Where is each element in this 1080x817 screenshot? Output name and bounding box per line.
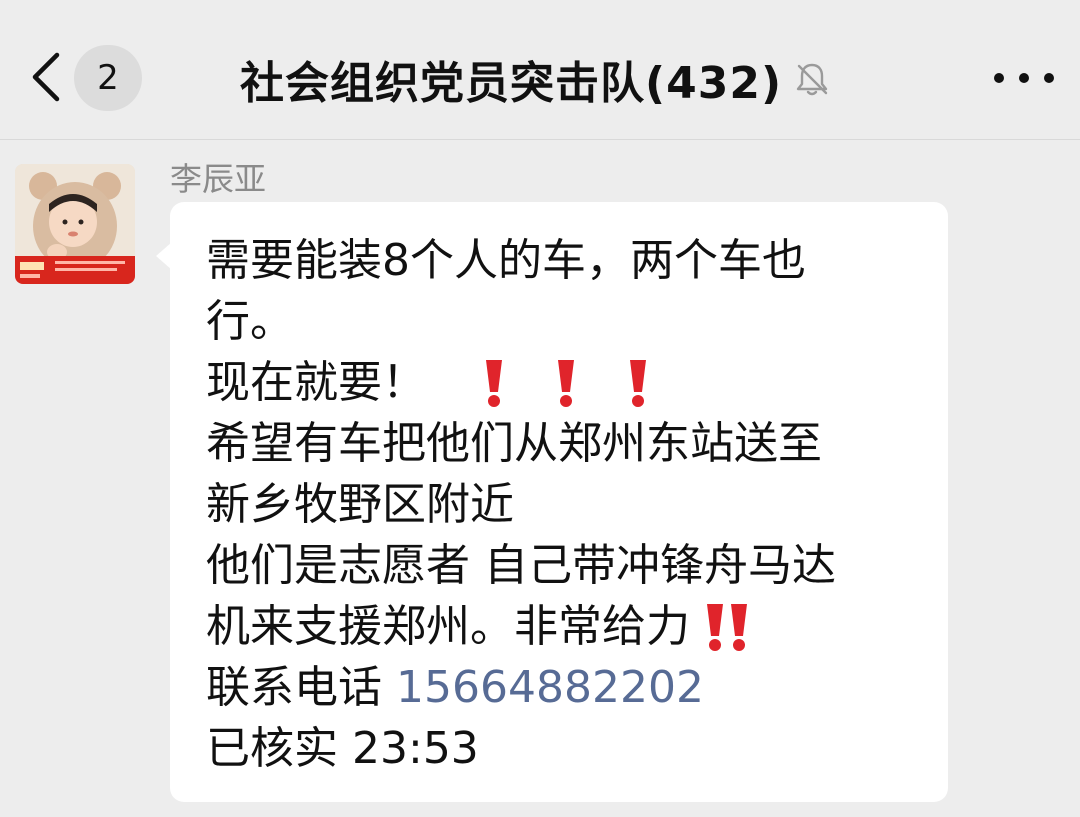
back-chevron-icon — [32, 52, 60, 102]
verified-time: 23:53 — [352, 723, 479, 774]
double-exclamation-icon — [704, 599, 750, 655]
back-button[interactable] — [20, 45, 72, 109]
mute-bell-icon — [792, 59, 832, 99]
heavy-exclamation-icon — [610, 355, 666, 411]
message-text: 他们是志愿者 自己带冲锋舟马达 — [206, 540, 836, 591]
message-line: 已核实 23:53 — [206, 718, 928, 779]
message-text: 行。 — [206, 296, 294, 347]
title-area: 社会组织党员突击队(432) — [240, 44, 832, 114]
message-line: 联系电话 15664882202 — [206, 657, 928, 718]
message-line: 机来支援郑州。非常给力 — [206, 596, 928, 657]
message-bubble[interactable]: 需要能装8个人的车，两个车也 行。 现在就要！ 希望有车把他们从郑州东站送至 新… — [156, 202, 948, 802]
message-line: 希望有车把他们从郑州东站送至 — [206, 413, 928, 474]
heavy-exclamation-icon — [538, 355, 594, 411]
unread-count-badge[interactable]: 2 — [74, 45, 142, 111]
message-line: 新乡牧野区附近 — [206, 474, 928, 535]
more-dot — [994, 73, 1004, 83]
message-text: 需要能装8个人的车，两个车也 — [206, 235, 806, 286]
avatar-image — [15, 164, 135, 284]
navigation-bar: 2 社会组织党员突击队(432) — [0, 0, 1080, 140]
more-dot — [1044, 73, 1054, 83]
sender-avatar[interactable] — [15, 164, 135, 284]
message-text: 机来支援郑州。非常给力 — [206, 601, 690, 652]
sender-name: 李辰亚 — [170, 160, 267, 198]
message-text: 联系电话 — [206, 662, 382, 713]
more-dot — [1019, 73, 1029, 83]
message-line: 他们是志愿者 自己带冲锋舟马达 — [206, 535, 928, 596]
message-text: 已核实 — [206, 723, 338, 774]
message-text: 现在就要！ — [206, 357, 426, 408]
message-line: 需要能装8个人的车，两个车也 — [206, 230, 928, 291]
chat-message: 李辰亚 需要能装8个人的车，两个车也 行。 现在就要！ 希望有车把他们从郑州东站… — [0, 140, 1080, 817]
message-line: 行。 — [206, 291, 928, 352]
message-line: 现在就要！ — [206, 352, 928, 413]
chat-window: 2 社会组织党员突击队(432) 李辰亚 需要能装8个人的车，两个车也 行。 现… — [0, 0, 1080, 817]
chat-title: 社会组织党员突击队(432) — [240, 58, 783, 109]
heavy-exclamation-icon — [466, 355, 522, 411]
phone-number-link[interactable]: 15664882202 — [396, 657, 704, 718]
message-text: 新乡牧野区附近 — [206, 479, 514, 530]
bubble-tail — [156, 242, 172, 270]
more-options-button[interactable] — [994, 56, 1054, 100]
message-text: 希望有车把他们从郑州东站送至 — [206, 418, 822, 469]
